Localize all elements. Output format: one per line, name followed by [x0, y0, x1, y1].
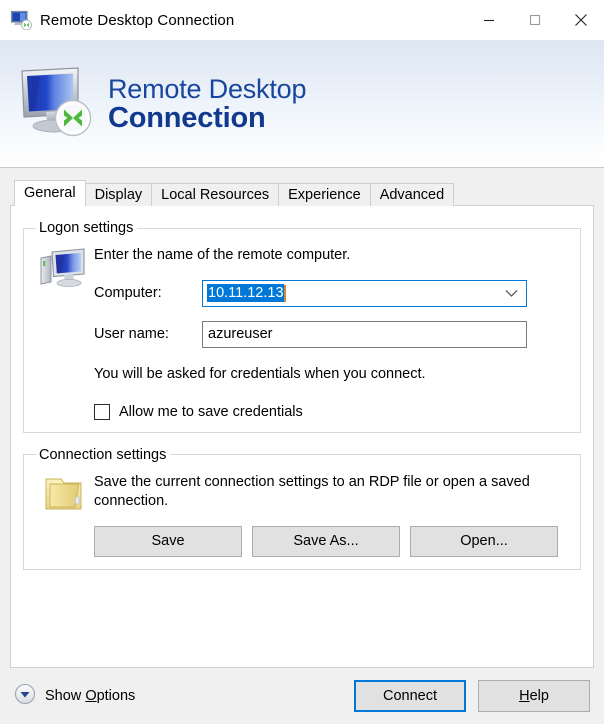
connection-settings-legend: Connection settings	[39, 446, 167, 463]
window-title: Remote Desktop Connection	[40, 11, 235, 29]
banner-title-line2: Connection	[108, 102, 266, 135]
computer-field-row: Computer: 10.11.12.13	[94, 279, 570, 307]
window-controls	[466, 0, 604, 40]
connection-settings-group: Connection settings Save the current con…	[23, 446, 581, 570]
save-credentials-row[interactable]: Allow me to save credentials	[94, 403, 570, 420]
save-button[interactable]: Save	[94, 525, 242, 557]
computer-input-value: 10.11.12.13	[207, 284, 284, 303]
computer-label: Computer:	[94, 285, 162, 302]
connect-button[interactable]: Connect	[354, 680, 466, 712]
logon-settings-legend: Logon settings	[39, 220, 134, 236]
save-credentials-checkbox[interactable]	[94, 403, 110, 420]
tab-panel-general: Logon settings Enter the name of the rem…	[10, 205, 594, 668]
chevron-down-icon[interactable]	[505, 289, 518, 298]
username-field-row: User name: azureuser	[94, 320, 570, 348]
maximize-icon[interactable]	[512, 0, 558, 40]
tab-advanced[interactable]: Advanced	[369, 183, 455, 206]
computer-input[interactable]: 10.11.12.13	[202, 279, 527, 307]
help-button[interactable]: Help	[478, 680, 590, 712]
minimize-icon[interactable]	[466, 0, 512, 40]
username-input-value: azureuser	[208, 326, 273, 343]
monitor-with-connection-badge-icon	[16, 65, 100, 143]
close-icon[interactable]	[558, 0, 604, 40]
connection-settings-buttons: Save Save As... Open...	[94, 525, 570, 557]
banner-title-line1: Remote Desktop	[108, 74, 307, 105]
desktop-computer-icon	[34, 242, 94, 290]
connection-settings-description: Save the current connection settings to …	[94, 473, 530, 510]
tab-experience[interactable]: Experience	[278, 183, 371, 206]
remote-desktop-icon	[10, 10, 32, 31]
remote-desktop-connection-window: Remote Desktop Connection Remote Desktop…	[0, 0, 604, 724]
username-label: User name:	[94, 326, 169, 343]
titlebar: Remote Desktop Connection	[0, 0, 604, 40]
logon-settings-group: Logon settings Enter the name of the rem…	[23, 220, 581, 433]
tab-general[interactable]: General	[14, 180, 86, 206]
tab-local-resources[interactable]: Local Resources	[151, 183, 280, 206]
tabs-region: General Display Local Resources Experien…	[0, 168, 604, 668]
app-banner: Remote Desktop Connection	[0, 40, 604, 168]
banner-text: Remote Desktop Connection	[108, 75, 306, 133]
save-as-button[interactable]: Save As...	[252, 525, 400, 557]
show-options-label: Show Options	[45, 688, 136, 704]
chevron-down-circle-icon	[14, 683, 36, 709]
show-options-button[interactable]: Show Options	[14, 683, 135, 709]
save-credentials-label: Allow me to save credentials	[119, 403, 303, 420]
tab-display[interactable]: Display	[84, 183, 153, 206]
tabstrip: General Display Local Resources Experien…	[10, 180, 594, 206]
username-input[interactable]: azureuser	[202, 320, 527, 348]
bottom-bar: Show Options Connect Help	[0, 668, 604, 724]
credentials-note: You will be asked for credentials when y…	[94, 365, 426, 382]
open-button[interactable]: Open...	[410, 525, 558, 557]
logon-settings-description: Enter the name of the remote computer.	[94, 247, 351, 263]
folder-icon	[34, 469, 94, 515]
bottom-actions: Connect Help	[354, 680, 590, 712]
text-caret	[283, 284, 286, 302]
